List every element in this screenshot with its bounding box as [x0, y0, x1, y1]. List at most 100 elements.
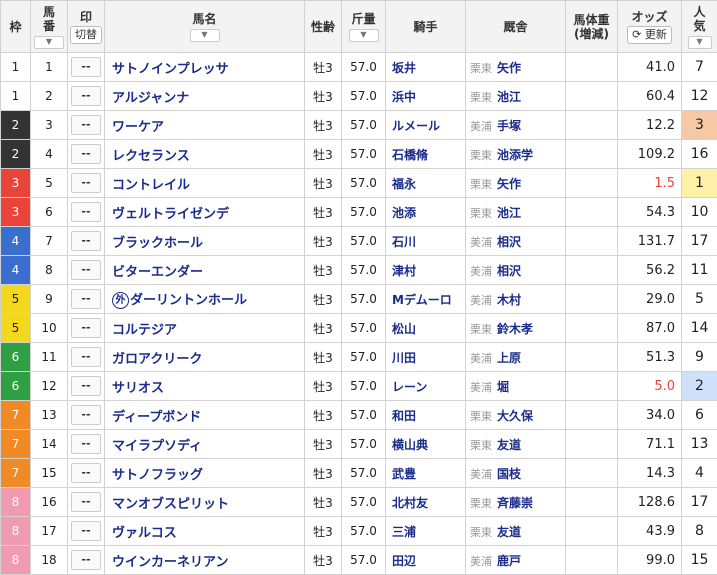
trainer-link[interactable]: 手塚 [497, 119, 521, 133]
horse-name-link[interactable]: ダーリントンホール [130, 293, 247, 308]
jockey-link[interactable]: 和田 [392, 409, 416, 423]
horse-name-link[interactable]: マイラプソディ [112, 439, 202, 454]
jockey-link[interactable]: 川田 [392, 351, 416, 365]
trainer-link[interactable]: 大久保 [497, 409, 533, 423]
horse-name-link[interactable]: ビターエンダー [112, 265, 203, 280]
horse-name-link[interactable]: ガロアクリーク [112, 352, 202, 367]
trainer-link[interactable]: 鹿戸 [497, 554, 521, 568]
mark-select-button[interactable]: -- [71, 521, 101, 541]
horse-name-cell: ディープボンド [104, 400, 305, 430]
jockey-link[interactable]: 三浦 [392, 525, 416, 539]
jockey-link[interactable]: 田辺 [392, 554, 416, 568]
odds-cell: 128.6 [617, 487, 682, 517]
trainer-link[interactable]: 相沢 [497, 235, 521, 249]
body-weight-cell [565, 284, 618, 314]
mark-select-button[interactable]: -- [71, 347, 101, 367]
jockey-link[interactable]: レーン [392, 380, 427, 394]
trainer-link[interactable]: 上原 [497, 351, 521, 365]
mark-toggle-button[interactable]: 切替 [70, 25, 102, 44]
mark-select-button[interactable]: -- [71, 173, 101, 193]
horse-name-link[interactable]: ワーケア [112, 120, 164, 135]
jockey-link[interactable]: 北村友 [392, 496, 428, 510]
sort-weight-button[interactable]: ▼ [348, 28, 379, 42]
horse-name-link[interactable]: アルジャンナ [112, 91, 189, 106]
mark-select-button[interactable]: -- [71, 144, 101, 164]
horse-name-cell: サトノフラッグ [104, 458, 305, 488]
horse-name-link[interactable]: ブラックホール [112, 236, 203, 251]
jockey-link[interactable]: 池添 [392, 206, 416, 220]
stable-cell: 美浦 上原 [465, 342, 566, 372]
jockey-link[interactable]: 福永 [392, 177, 416, 191]
jockey-link[interactable]: 坂井 [392, 61, 416, 75]
weight-cell: 57.0 [341, 400, 386, 430]
jockey-link[interactable]: 浜中 [392, 90, 416, 104]
mark-select-button[interactable]: -- [71, 231, 101, 251]
horse-name-link[interactable]: ヴェルトライゼンデ [112, 207, 229, 222]
sort-popularity-button[interactable]: ▼ [687, 35, 712, 49]
trainer-link[interactable]: 友道 [497, 525, 521, 539]
mark-select-button[interactable]: -- [71, 289, 101, 309]
mark-select-button[interactable]: -- [71, 260, 101, 280]
mark-select-button[interactable]: -- [71, 405, 101, 425]
mark-cell: -- [67, 516, 105, 546]
trainer-link[interactable]: 堀 [497, 380, 509, 394]
popularity-cell: 17 [681, 487, 717, 517]
horse-name-link[interactable]: サリオス [112, 381, 164, 396]
trainer-link[interactable]: 鈴木孝 [497, 322, 533, 336]
horse-name-link[interactable]: サトノフラッグ [112, 468, 203, 483]
trainer-link[interactable]: 池添学 [497, 148, 533, 162]
jockey-link[interactable]: Mデムーロ [392, 293, 452, 307]
mark-select-button[interactable]: -- [71, 202, 101, 222]
umaban-cell: 18 [30, 545, 68, 575]
mark-select-button[interactable]: -- [71, 318, 101, 338]
horse-name-link[interactable]: レクセランス [112, 149, 190, 164]
trainer-link[interactable]: 池江 [497, 90, 521, 104]
mark-select-button[interactable]: -- [71, 492, 101, 512]
table-row: 7 13 -- ディープボンド 牡3 57.0 和田 栗東 大久保 34.0 6 [0, 400, 717, 430]
horse-name-link[interactable]: マンオブスピリット [112, 497, 229, 512]
mark-select-button[interactable]: -- [71, 115, 101, 135]
trainer-link[interactable]: 矢作 [497, 61, 521, 75]
weight-cell: 57.0 [341, 487, 386, 517]
mark-select-button[interactable]: -- [71, 86, 101, 106]
jockey-cell: レーン [385, 371, 466, 401]
jockey-link[interactable]: ルメール [392, 119, 440, 133]
mark-select-button[interactable]: -- [71, 57, 101, 77]
mark-select-button[interactable]: -- [71, 376, 101, 396]
waku-cell: 7 [0, 458, 31, 488]
mark-select-button[interactable]: -- [71, 550, 101, 570]
waku-cell: 6 [0, 342, 31, 372]
jockey-link[interactable]: 武豊 [392, 467, 416, 481]
umaban-cell: 16 [30, 487, 68, 517]
trainer-link[interactable]: 木村 [497, 293, 521, 307]
mark-select-button[interactable]: -- [71, 434, 101, 454]
trainer-link[interactable]: 友道 [497, 438, 521, 452]
jockey-link[interactable]: 横山典 [392, 438, 428, 452]
horse-name-link[interactable]: コルテジア [112, 323, 177, 338]
trainer-link[interactable]: 池江 [497, 206, 521, 220]
sexage-cell: 牡3 [304, 255, 342, 285]
horse-name-link[interactable]: ウインカーネリアン [112, 555, 228, 570]
jockey-link[interactable]: 石橋脩 [392, 148, 428, 162]
trainer-link[interactable]: 斉藤崇 [497, 496, 533, 510]
horse-name-link[interactable]: ディープボンド [112, 410, 201, 425]
horse-name-link[interactable]: ヴァルコス [112, 526, 177, 541]
sort-horse-button[interactable]: ▼ [189, 28, 220, 42]
refresh-odds-button[interactable]: ⟳ 更新 [627, 25, 672, 44]
waku-cell: 7 [0, 429, 31, 459]
mark-select-button[interactable]: -- [71, 463, 101, 483]
horse-name-link[interactable]: コントレイル [112, 178, 190, 193]
table-row: 2 3 -- ワーケア 牡3 57.0 ルメール 美浦 手塚 12.2 3 [0, 110, 717, 140]
trainer-link[interactable]: 矢作 [497, 177, 521, 191]
trainer-link[interactable]: 相沢 [497, 264, 521, 278]
stable-cell: 栗東 矢作 [465, 52, 566, 82]
trainer-link[interactable]: 国枝 [497, 467, 521, 481]
jockey-link[interactable]: 石川 [392, 235, 416, 249]
horse-name-link[interactable]: サトノインプレッサ [112, 62, 229, 77]
sort-umaban-button[interactable]: ▼ [34, 35, 64, 49]
jockey-link[interactable]: 松山 [392, 322, 416, 336]
horse-name-cell: ワーケア [104, 110, 305, 140]
jockey-link[interactable]: 津村 [392, 264, 416, 278]
umaban-cell: 11 [30, 342, 68, 372]
jockey-cell: 和田 [385, 400, 466, 430]
